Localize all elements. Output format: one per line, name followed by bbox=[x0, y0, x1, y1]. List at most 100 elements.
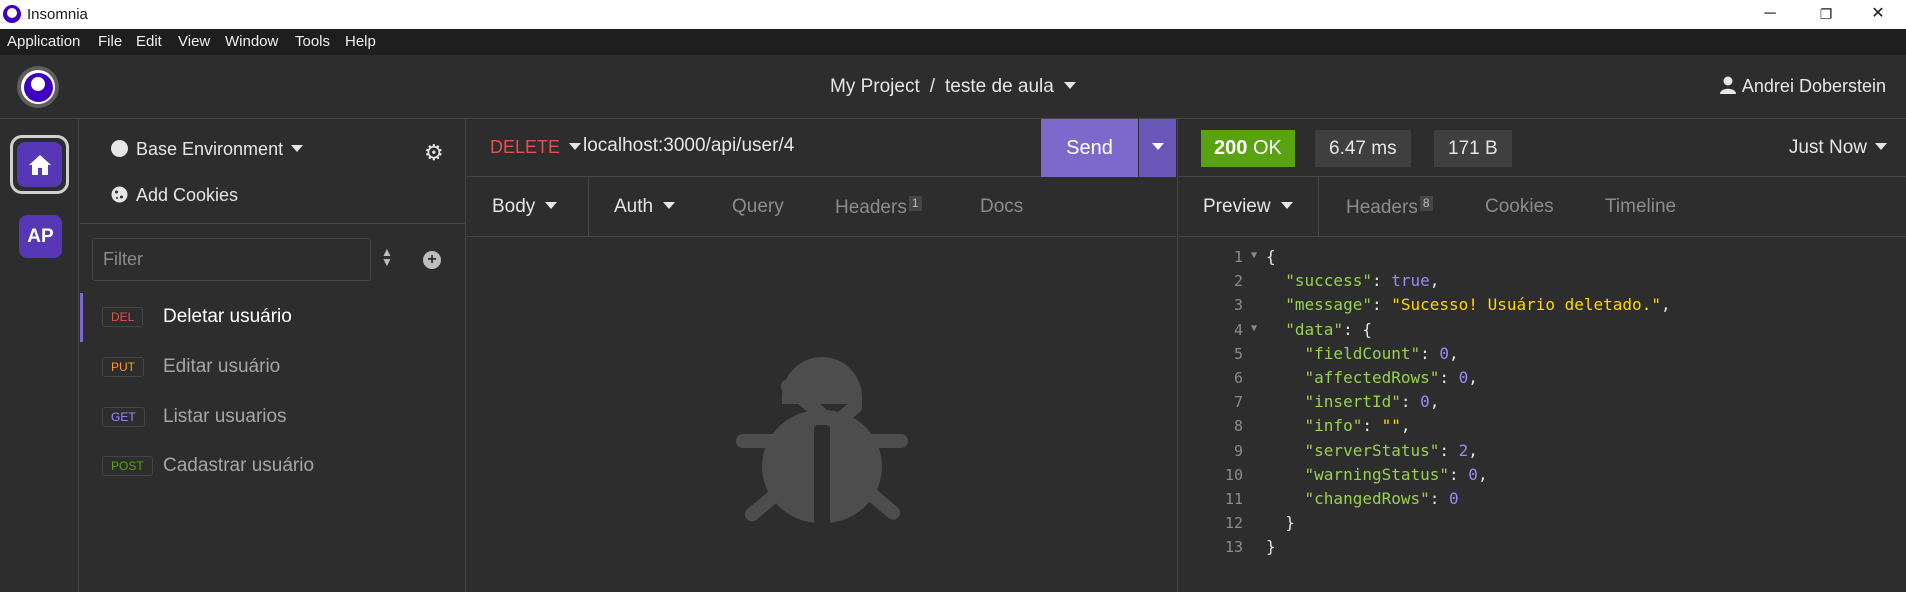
chevron-down-icon bbox=[663, 202, 676, 209]
code-line: "warningStatus": 0, bbox=[1304, 464, 1488, 484]
request-item-listar[interactable]: GET Listar usuarios bbox=[83, 393, 468, 442]
code-line: } bbox=[1266, 537, 1276, 557]
request-label: Listar usuarios bbox=[163, 406, 287, 427]
home-button[interactable] bbox=[10, 135, 69, 194]
line-number: 6 bbox=[1233, 369, 1243, 387]
restore-button[interactable]: ❐ bbox=[1798, 0, 1854, 29]
menu-window[interactable]: Window bbox=[225, 33, 278, 50]
history-selector[interactable]: Just Now bbox=[1789, 137, 1887, 159]
fold-toggle-icon[interactable]: ▼ bbox=[1251, 250, 1257, 261]
code-line: "insertId": 0, bbox=[1304, 392, 1440, 412]
breadcrumb-document[interactable]: teste de aula bbox=[945, 76, 1054, 97]
method-badge: POST bbox=[102, 456, 153, 476]
code-line: "changedRows": 0 bbox=[1304, 489, 1459, 508]
environment-section: Base Environment ⚙ Add Cookies bbox=[80, 119, 466, 224]
sidebar: Base Environment ⚙ Add Cookies ▲▼ + DEL … bbox=[80, 119, 466, 592]
insomnia-brand-icon[interactable] bbox=[17, 66, 59, 108]
tab-timeline[interactable]: Timeline bbox=[1605, 196, 1676, 218]
tab-query[interactable]: Query bbox=[732, 196, 784, 218]
home-icon bbox=[28, 154, 51, 175]
chevron-down-icon bbox=[569, 143, 582, 150]
menu-edit[interactable]: Edit bbox=[136, 33, 162, 50]
request-item-editar[interactable]: PUT Editar usuário bbox=[83, 343, 468, 392]
line-number: 2 bbox=[1233, 272, 1243, 291]
gear-icon[interactable]: ⚙ bbox=[424, 140, 444, 166]
line-number: 4 bbox=[1233, 320, 1243, 339]
insomnia-logo-icon bbox=[3, 5, 21, 23]
line-number: 8 bbox=[1233, 417, 1243, 436]
add-request-button[interactable]: + bbox=[423, 251, 441, 269]
tab-preview[interactable]: Preview bbox=[1203, 196, 1293, 218]
breadcrumb-separator: / bbox=[929, 76, 936, 97]
tab-body[interactable]: Body bbox=[492, 196, 558, 218]
window-title: Insomnia bbox=[27, 6, 88, 23]
line-number: 10 bbox=[1224, 465, 1243, 484]
user-menu[interactable]: Andrei Doberstein bbox=[1719, 76, 1886, 97]
tab-docs[interactable]: Docs bbox=[980, 196, 1023, 218]
chevron-down-icon[interactable] bbox=[1063, 82, 1076, 89]
response-viewer[interactable]: 1 ▼ {2 "success": true, 3 "message": "Suces… bbox=[1177, 237, 1906, 592]
method-badge: DEL bbox=[102, 307, 144, 327]
response-time: 6.47 ms bbox=[1315, 130, 1411, 167]
tab-cookies[interactable]: Cookies bbox=[1485, 196, 1554, 218]
request-item-cadastrar[interactable]: POST Cadastrar usuário bbox=[83, 442, 468, 491]
user-icon bbox=[1719, 76, 1736, 94]
line-number: 1 bbox=[1233, 248, 1243, 266]
headers-count-badge: 1 bbox=[908, 196, 922, 211]
menu-file[interactable]: File bbox=[98, 33, 122, 50]
send-button[interactable]: Send bbox=[1041, 119, 1138, 177]
sort-icon[interactable]: ▲ ▼ bbox=[377, 246, 397, 268]
tab-auth[interactable]: Auth bbox=[614, 196, 676, 218]
response-bar: 200 OK 6.47 ms 171 B Just Now bbox=[1177, 119, 1906, 177]
environment-selector[interactable]: Base Environment bbox=[111, 139, 304, 160]
request-label: Editar usuário bbox=[163, 356, 281, 377]
menu-help[interactable]: Help bbox=[345, 33, 376, 50]
code-line: "serverStatus": 2, bbox=[1304, 440, 1478, 460]
chevron-down-icon bbox=[545, 202, 558, 209]
breadcrumb-project[interactable]: My Project bbox=[830, 76, 920, 97]
code-line: "fieldCount": 0, bbox=[1304, 343, 1459, 363]
url-bar: DELETE localhost:3000/api/user/4 Send bbox=[467, 119, 1176, 177]
response-tabs: Preview Headers 8 Cookies Timeline bbox=[1177, 177, 1906, 237]
bug-icon bbox=[736, 357, 908, 525]
code-line: } bbox=[1266, 513, 1295, 533]
code-line: "affectedRows": 0, bbox=[1304, 368, 1478, 387]
chevron-down-icon bbox=[291, 145, 304, 152]
code-line: "info": "", bbox=[1304, 416, 1411, 436]
request-item-deletar[interactable]: DEL Deletar usuário bbox=[80, 293, 465, 342]
method-selector[interactable]: DELETE bbox=[490, 137, 582, 158]
add-cookies-button[interactable]: Add Cookies bbox=[111, 185, 238, 206]
line-number: 12 bbox=[1224, 514, 1243, 533]
code-line: "success": true, bbox=[1285, 271, 1440, 291]
line-number: 13 bbox=[1224, 538, 1243, 557]
chevron-down-icon bbox=[1875, 143, 1887, 150]
code-line: "message": "Sucesso! Usuário deletado.", bbox=[1285, 295, 1671, 315]
tab-headers[interactable]: Headers 1 bbox=[835, 196, 922, 219]
request-label: Deletar usuário bbox=[163, 306, 292, 327]
menu-application[interactable]: Application bbox=[7, 33, 80, 50]
window-titlebar: Insomnia ─ ❐ ✕ bbox=[0, 0, 1906, 29]
app-header: My Project / teste de aula Andrei Doberste… bbox=[0, 55, 1906, 119]
workspace-ap-button[interactable]: AP bbox=[19, 215, 62, 258]
url-input[interactable]: localhost:3000/api/user/4 bbox=[583, 135, 794, 157]
line-number: 7 bbox=[1233, 393, 1243, 412]
environment-dot-icon bbox=[111, 140, 128, 157]
method-badge: GET bbox=[102, 407, 145, 427]
line-number: 11 bbox=[1224, 490, 1243, 508]
close-button[interactable]: ✕ bbox=[1850, 0, 1906, 29]
tab-response-headers[interactable]: Headers 8 bbox=[1346, 196, 1433, 219]
filter-input[interactable] bbox=[92, 238, 371, 281]
headers-count-badge: 8 bbox=[1419, 196, 1433, 211]
fold-toggle-icon[interactable]: ▼ bbox=[1251, 323, 1257, 334]
request-label: Cadastrar usuário bbox=[163, 455, 315, 476]
user-name: Andrei Doberstein bbox=[1741, 76, 1886, 96]
code-line: { bbox=[1266, 247, 1276, 266]
request-body-panel bbox=[467, 237, 1176, 592]
method-label: DELETE bbox=[490, 137, 561, 157]
send-options-button[interactable] bbox=[1139, 119, 1176, 177]
method-badge: PUT bbox=[102, 357, 144, 377]
minimize-button[interactable]: ─ bbox=[1742, 0, 1798, 29]
menu-tools[interactable]: Tools bbox=[295, 33, 330, 50]
menu-view[interactable]: View bbox=[178, 33, 210, 50]
chevron-down-icon bbox=[1280, 202, 1293, 209]
